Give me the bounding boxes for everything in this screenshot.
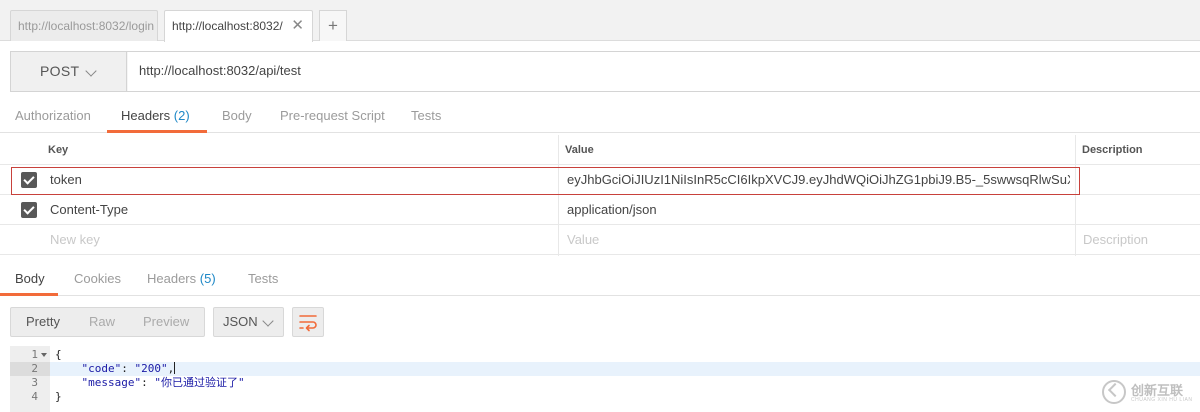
tab-body[interactable]: Body [222,100,252,132]
tab-bar: http://localhost:8032/login http://local… [0,0,1200,42]
column-description: Description [1082,144,1143,156]
new-key-input[interactable]: New key [50,225,550,255]
url-input[interactable]: http://localhost:8032/api/test [128,52,1200,91]
tab-label: http://localhost:8032/ [172,19,283,33]
message-key: "message" [81,376,142,389]
row-checkbox[interactable] [21,172,37,188]
column-key: Key [48,144,69,156]
new-tab-button[interactable]: + [319,10,347,41]
format-select[interactable]: JSON [213,307,284,337]
headers-count-badge: (2) [173,108,190,123]
header-key-input[interactable]: token [50,165,550,195]
logo-icon [1102,380,1126,404]
tab-authorization[interactable]: Authorization [15,100,91,132]
code-key: "code" [81,362,122,375]
column-value: Value [565,144,594,156]
active-tab-indicator [0,293,58,296]
line-number: 4 [31,390,38,403]
tab-prerequest-script[interactable]: Pre-request Script [280,100,385,132]
code-line: } [55,390,62,404]
watermark-logo: 创新互联 CHUANG XIN HU LIAN [1100,377,1196,407]
tab-headers-label: Headers [121,108,171,123]
tab-response-headers[interactable]: Headers (5) [147,263,216,295]
pretty-button[interactable]: Pretty [26,308,60,336]
line-number: 1 [31,348,38,361]
preview-button[interactable]: Preview [143,308,189,336]
header-key-input[interactable]: Content-Type [50,195,550,225]
tab-tests[interactable]: Tests [411,100,441,132]
row-checkbox[interactable] [21,202,37,218]
message-value: "你已通过验证了" [154,376,245,389]
tab-cookies[interactable]: Cookies [74,263,121,295]
headers-table: Key Value Description token eyJhbGciOiJI… [0,135,1200,256]
table-row-new: New key Value Description [0,225,1200,255]
new-value-input[interactable]: Value [567,225,1067,255]
chevron-down-icon [262,315,274,327]
request-tabs: Authorization Headers (2) Body Pre-reque… [0,100,1200,133]
tab-headers[interactable]: Headers (2) [121,100,190,132]
code-line: "code": "200", [81,362,176,375]
method-select[interactable]: POST [11,52,127,91]
url-bar: POST http://localhost:8032/api/test [10,51,1200,92]
format-label: JSON [223,314,258,329]
new-description-input[interactable]: Description [1083,225,1198,255]
tab-response-headers-label: Headers [147,271,197,286]
header-value-input[interactable]: application/json [567,195,1070,225]
method-label: POST [40,63,80,79]
close-icon[interactable]: ✕ [291,11,304,41]
response-body-editor[interactable]: 1 2 3 4 { "code": "200", "message": "你已通… [0,346,1200,412]
response-headers-count-badge: (5) [199,271,216,286]
wrap-lines-icon [299,315,317,332]
text-cursor [174,362,176,374]
code-line: "message": "你已通过验证了" [81,376,245,389]
view-mode-segment: Pretty Raw Preview [10,307,205,337]
table-row: Content-Type application/json [0,195,1200,225]
tab-label: http://localhost:8032/login [18,19,155,33]
line-number: 3 [31,376,38,389]
open-brace: { [55,348,62,361]
active-tab-indicator [107,130,207,133]
tab-active-request[interactable]: http://localhost:8032/ ✕ [164,10,313,42]
response-tabs: Body Cookies Headers (5) Tests [0,262,1200,296]
tab-response-tests[interactable]: Tests [248,263,278,295]
header-value-input[interactable]: eyJhbGciOiJIUzI1NiIsInR5cCI6IkpXVCJ9.eyJ… [567,165,1070,195]
line-number: 2 [31,362,38,375]
code-value: "200" [134,362,168,375]
tab-response-body[interactable]: Body [15,263,45,295]
fold-arrow-icon[interactable] [41,353,47,357]
active-line [50,362,1200,376]
code-line: { [55,348,62,362]
table-row: token eyJhbGciOiJIUzI1NiIsInR5cCI6IkpXVC… [0,165,1200,195]
tab-login[interactable]: http://localhost:8032/login [10,10,158,41]
close-brace: } [55,390,62,403]
raw-button[interactable]: Raw [89,308,115,336]
chevron-down-icon [85,65,97,77]
table-header-row: Key Value Description [0,135,1200,165]
watermark-subtext: CHUANG XIN HU LIAN [1131,397,1193,403]
wrap-lines-button[interactable] [292,307,324,337]
